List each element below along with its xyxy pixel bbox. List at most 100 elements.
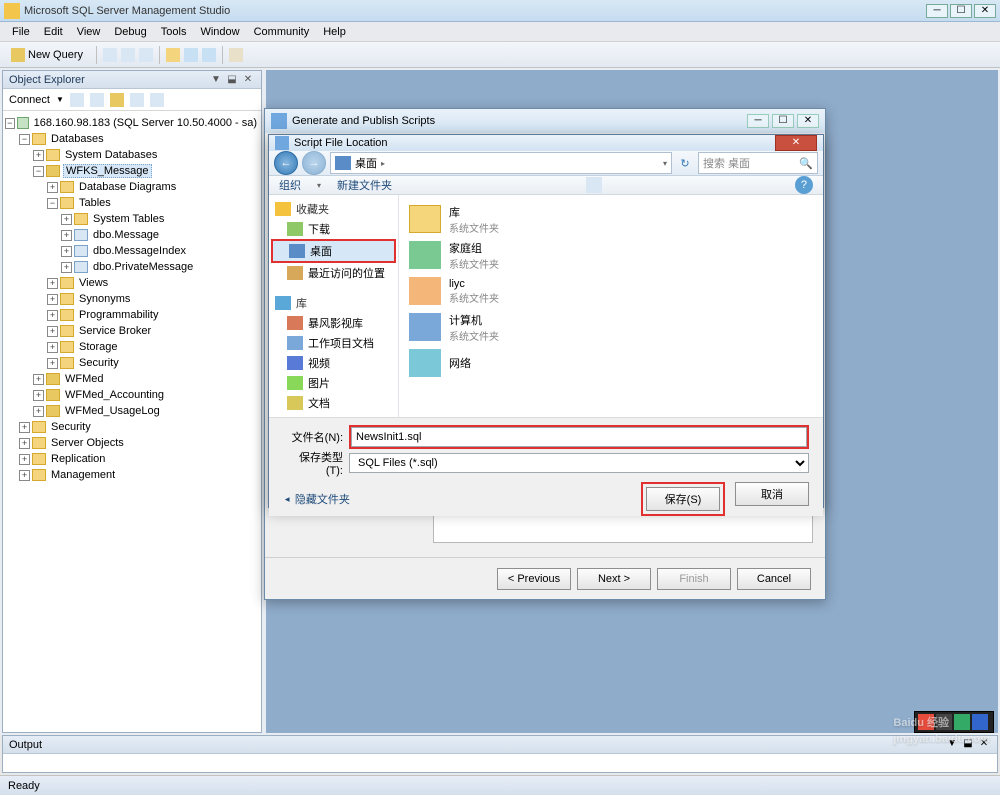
tree-db3[interactable]: WFMed_Accounting <box>63 389 166 401</box>
menu-debug[interactable]: Debug <box>108 24 152 40</box>
app-icon <box>4 3 20 19</box>
toolbar-icon-2[interactable] <box>121 48 135 62</box>
tree-t3[interactable]: dbo.PrivateMessage <box>91 261 195 273</box>
tree-t2[interactable]: dbo.MessageIndex <box>91 245 188 257</box>
cancel-button[interactable]: 取消 <box>735 482 809 506</box>
side-doc[interactable]: 文档 <box>308 395 330 411</box>
side-video[interactable]: 视频 <box>308 355 330 371</box>
explorer-autohide-icon[interactable]: ⬓ <box>225 73 239 87</box>
nav-forward-button[interactable]: → <box>302 151 326 175</box>
tree-nsrvobj[interactable]: Server Objects <box>49 437 126 449</box>
maximize-button[interactable]: ☐ <box>950 4 972 18</box>
wizard-maximize[interactable]: ☐ <box>772 114 794 128</box>
refresh-icon[interactable]: ↻ <box>676 157 694 170</box>
help-icon[interactable]: ? <box>795 176 813 194</box>
new-query-button[interactable]: New Query <box>4 45 90 65</box>
toolbar-icon-4[interactable] <box>229 48 243 62</box>
menu-tools[interactable]: Tools <box>155 24 193 40</box>
side-storm[interactable]: 暴风影视库 <box>308 315 363 331</box>
newfolder-button[interactable]: 新建文件夹 <box>337 177 392 193</box>
folder-icon <box>60 197 74 209</box>
nav-back-button[interactable]: ← <box>274 151 298 175</box>
tree-nrepl[interactable]: Replication <box>49 453 107 465</box>
list-item[interactable]: 计算机系统文件夹 <box>405 309 817 345</box>
search-box[interactable]: 搜索 桌面 🔍 <box>698 152 818 174</box>
side-fav[interactable]: 收藏夹 <box>296 201 329 217</box>
tree-databases[interactable]: Databases <box>49 133 106 145</box>
wizard-minimize[interactable]: ─ <box>747 114 769 128</box>
database-icon <box>46 165 60 177</box>
tree-t1[interactable]: dbo.Message <box>91 229 161 241</box>
side-proj[interactable]: 工作项目文档 <box>308 335 374 351</box>
side-pic[interactable]: 图片 <box>308 375 330 391</box>
tree-prog[interactable]: Programmability <box>77 309 160 321</box>
tree-wfks[interactable]: WFKS_Message <box>63 164 152 178</box>
new-query-label: New Query <box>28 49 83 61</box>
menu-bar: File Edit View Debug Tools Window Commun… <box>0 22 1000 42</box>
file-list[interactable]: 库系统文件夹 家庭组系统文件夹 liyc系统文件夹 计算机系统文件夹 网络 <box>399 195 823 417</box>
folder-icon <box>60 309 74 321</box>
filename-input[interactable] <box>351 427 807 447</box>
connect-button[interactable]: Connect <box>9 94 50 106</box>
tree[interactable]: −168.160.98.183 (SQL Server 10.50.4000 -… <box>3 111 261 732</box>
folder-icon <box>60 325 74 337</box>
explorer-close-icon[interactable]: ✕ <box>241 73 255 87</box>
menu-window[interactable]: Window <box>194 24 245 40</box>
menu-view[interactable]: View <box>71 24 107 40</box>
saveall-icon[interactable] <box>202 48 216 62</box>
save-icon[interactable] <box>184 48 198 62</box>
status-bar: Ready <box>0 775 1000 795</box>
wizard-next-button[interactable]: Next > <box>577 568 651 590</box>
explorer-pin-icon[interactable]: ▼ <box>209 73 223 87</box>
connect-icon-1[interactable] <box>70 93 84 107</box>
tree-syn[interactable]: Synonyms <box>77 293 132 305</box>
connect-icon-3[interactable] <box>110 93 124 107</box>
list-item[interactable]: liyc系统文件夹 <box>405 273 817 309</box>
menu-community[interactable]: Community <box>248 24 316 40</box>
list-item[interactable]: 网络 <box>405 345 817 381</box>
breadcrumb[interactable]: 桌面 ▸ ▾ <box>330 152 672 174</box>
filetype-select[interactable]: SQL Files (*.sql) <box>349 453 809 473</box>
hide-folders-link[interactable]: 隐藏文件夹 <box>283 491 350 507</box>
side-desktop[interactable]: 桌面 <box>310 243 332 259</box>
save-dialog-close[interactable]: ✕ <box>775 135 817 151</box>
tree-sysdb[interactable]: System Databases <box>63 149 159 161</box>
menu-edit[interactable]: Edit <box>38 24 69 40</box>
toolbar-icon-1[interactable] <box>103 48 117 62</box>
view-icon[interactable] <box>586 177 602 193</box>
tree-nsec[interactable]: Security <box>49 421 93 433</box>
side-lib[interactable]: 库 <box>296 295 307 311</box>
list-item[interactable]: 库系统文件夹 <box>405 201 817 237</box>
menu-file[interactable]: File <box>6 24 36 40</box>
wizard-close[interactable]: ✕ <box>797 114 819 128</box>
tree-db4[interactable]: WFMed_UsageLog <box>63 405 162 417</box>
list-item[interactable]: 家庭组系统文件夹 <box>405 237 817 273</box>
connect-icon-5[interactable] <box>150 93 164 107</box>
tree-db2[interactable]: WFMed <box>63 373 106 385</box>
tree-security[interactable]: Security <box>77 357 121 369</box>
open-icon[interactable] <box>166 48 180 62</box>
tree-systables[interactable]: System Tables <box>91 213 166 225</box>
table-icon <box>74 245 88 257</box>
tree-views[interactable]: Views <box>77 277 110 289</box>
tree-tables[interactable]: Tables <box>77 197 113 209</box>
close-button[interactable]: ✕ <box>974 4 996 18</box>
minimize-button[interactable]: ─ <box>926 4 948 18</box>
side-panel: 收藏夹 下载 桌面 最近访问的位置 库 暴风影视库 工作项目文档 视频 图片 文… <box>269 195 399 417</box>
wizard-cancel-button[interactable]: Cancel <box>737 568 811 590</box>
side-dl[interactable]: 下载 <box>308 221 330 237</box>
connect-icon-2[interactable] <box>90 93 104 107</box>
side-recent[interactable]: 最近访问的位置 <box>308 265 385 281</box>
menu-help[interactable]: Help <box>317 24 352 40</box>
tree-diagrams[interactable]: Database Diagrams <box>77 181 178 193</box>
folder-icon <box>32 453 46 465</box>
tree-server[interactable]: 168.160.98.183 (SQL Server 10.50.4000 - … <box>32 117 259 129</box>
tree-nmgmt[interactable]: Management <box>49 469 117 481</box>
save-button[interactable]: 保存(S) <box>646 487 720 511</box>
tree-storage[interactable]: Storage <box>77 341 120 353</box>
connect-icon-4[interactable] <box>130 93 144 107</box>
tree-sb[interactable]: Service Broker <box>77 325 153 337</box>
wizard-prev-button[interactable]: < Previous <box>497 568 571 590</box>
organize-button[interactable]: 组织 <box>279 177 301 193</box>
toolbar-icon-3[interactable] <box>139 48 153 62</box>
